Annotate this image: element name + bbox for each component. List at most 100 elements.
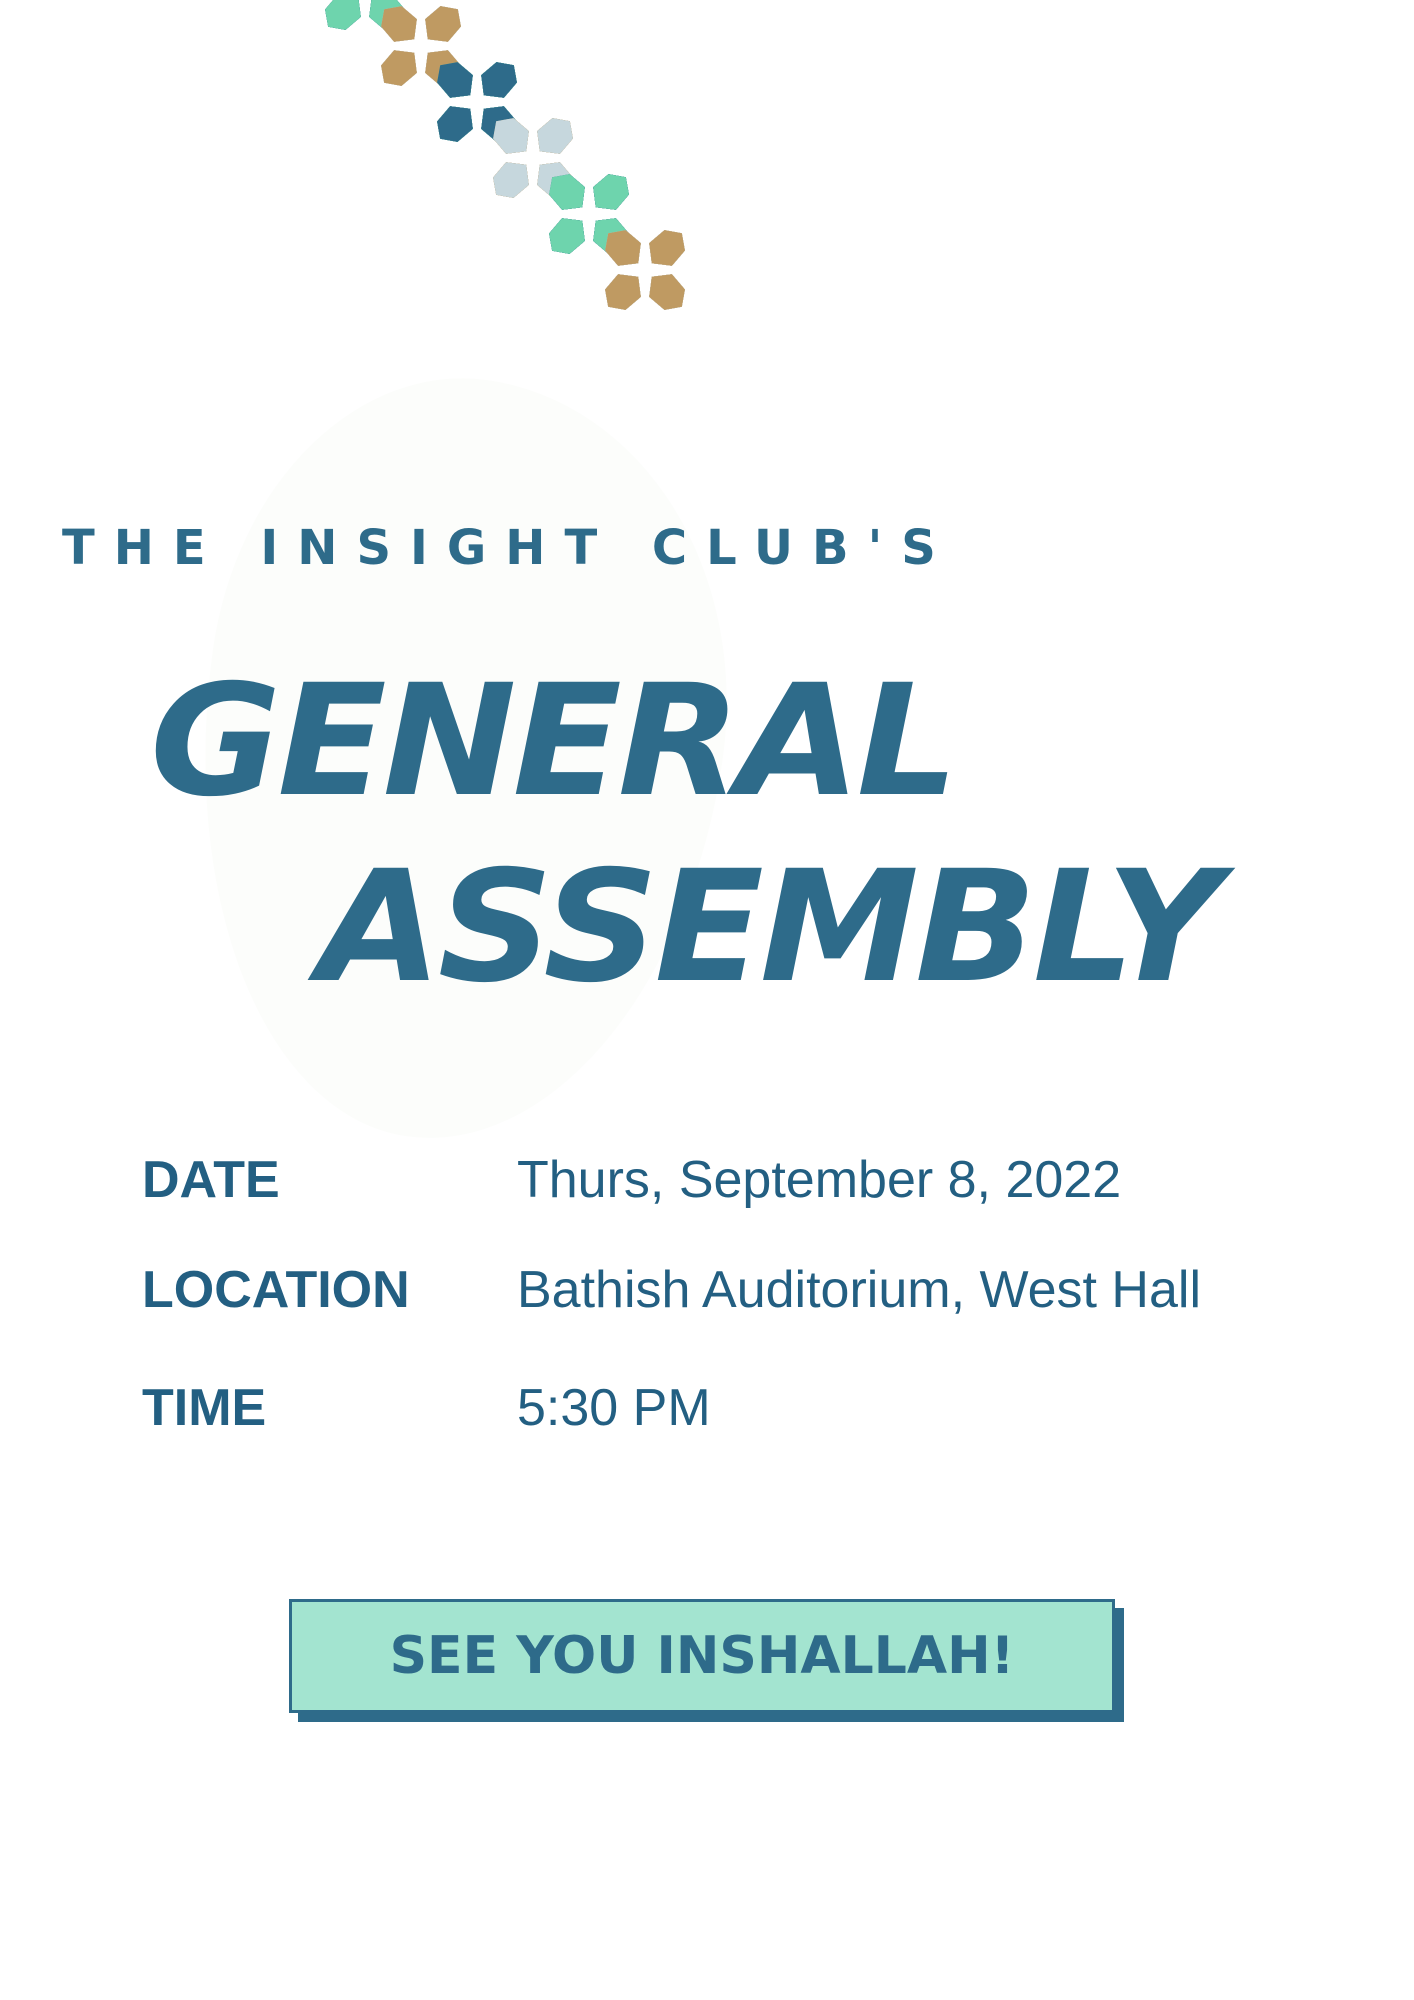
- pattern-petal: [537, 118, 573, 154]
- pattern-petal: [325, 0, 361, 30]
- pattern-tile: [605, 230, 685, 310]
- pattern-petal: [549, 174, 585, 210]
- pattern-tile: [605, 230, 685, 310]
- pattern-petal: [437, 106, 473, 142]
- pattern-petal: [605, 274, 641, 310]
- pattern-petal: [369, 0, 405, 30]
- pattern-tile: [381, 6, 461, 86]
- cta-banner: SEE YOU INSHALLAH!: [289, 1599, 1115, 1713]
- pattern-petal: [649, 274, 685, 310]
- pattern-petal: [369, 0, 405, 30]
- pattern-tile: [549, 174, 629, 254]
- pattern-petal: [493, 162, 529, 198]
- pattern-petal: [437, 62, 473, 98]
- pattern-petal: [481, 62, 517, 98]
- pattern-petal: [549, 174, 585, 210]
- pattern-petal: [649, 230, 685, 266]
- pattern-petal: [325, 0, 361, 30]
- pattern-tile: [549, 174, 629, 254]
- pattern-petal: [481, 62, 517, 98]
- pattern-petal: [593, 218, 629, 254]
- pattern-tile: [549, 174, 629, 254]
- pattern-petal: [437, 106, 473, 142]
- pattern-tile: [493, 118, 573, 198]
- pattern-petal: [437, 106, 473, 142]
- pattern-petal: [549, 174, 585, 210]
- pattern-petal: [549, 218, 585, 254]
- pattern-petal: [481, 106, 517, 142]
- pattern-petal: [537, 118, 573, 154]
- pattern-petal: [649, 274, 685, 310]
- pattern-petal: [481, 62, 517, 98]
- pattern-petal: [481, 62, 517, 98]
- pattern-petal: [649, 230, 685, 266]
- pattern-petal: [437, 106, 473, 142]
- pattern-tile: [549, 174, 629, 254]
- cta-banner-label: SEE YOU INSHALLAH!: [389, 1626, 1015, 1686]
- pattern-petal: [493, 162, 529, 198]
- pattern-tile: [605, 230, 685, 310]
- pattern-tile: [325, 0, 405, 30]
- pattern-petal: [425, 50, 461, 86]
- pattern-petal: [493, 162, 529, 198]
- pattern-petal: [381, 6, 417, 42]
- pattern-petal: [593, 174, 629, 210]
- pattern-petal: [649, 230, 685, 266]
- pattern-tile: [381, 6, 461, 86]
- pattern-tile: [437, 62, 517, 142]
- pattern-petal: [537, 162, 573, 198]
- pattern-petal: [593, 174, 629, 210]
- pattern-tile: [325, 0, 405, 30]
- pattern-petal: [537, 162, 573, 198]
- pattern-petal: [537, 162, 573, 198]
- pattern-petal: [369, 0, 405, 30]
- pattern-petal: [605, 274, 641, 310]
- pattern-tile: [605, 230, 685, 310]
- pattern-petal: [537, 162, 573, 198]
- pattern-petal: [649, 274, 685, 310]
- pattern-petal: [549, 218, 585, 254]
- pattern-tile: [605, 230, 685, 310]
- pattern-petal: [593, 174, 629, 210]
- pattern-tile: [437, 62, 517, 142]
- pattern-tile: [381, 6, 461, 86]
- pattern-petal: [381, 6, 417, 42]
- pattern-tile: [493, 118, 573, 198]
- pattern-petal: [425, 6, 461, 42]
- pattern-petal: [549, 218, 585, 254]
- pattern-petal: [537, 118, 573, 154]
- pattern-petal: [425, 6, 461, 42]
- pattern-petal: [593, 174, 629, 210]
- pattern-petal: [325, 0, 361, 30]
- pattern-petal: [481, 106, 517, 142]
- pattern-petal: [605, 274, 641, 310]
- pattern-petal: [325, 0, 361, 30]
- pattern-petal: [437, 62, 473, 98]
- pattern-petal: [437, 106, 473, 142]
- pattern-petal: [437, 62, 473, 98]
- pattern-petal: [549, 218, 585, 254]
- pattern-tile: [549, 174, 629, 254]
- pattern-tile: [325, 0, 405, 30]
- pattern-petal: [605, 230, 641, 266]
- pattern-petal: [649, 230, 685, 266]
- club-name-subtitle: THE INSIGHT CLUB'S: [62, 520, 955, 576]
- pattern-petal: [605, 274, 641, 310]
- pattern-petal: [593, 218, 629, 254]
- pattern-petal: [437, 62, 473, 98]
- pattern-petal: [649, 274, 685, 310]
- pattern-petal: [369, 0, 405, 30]
- location-value: Bathish Auditorium, West Hall: [517, 1261, 1201, 1319]
- pattern-tile: [381, 6, 461, 86]
- pattern-petal: [493, 118, 529, 154]
- pattern-petal: [425, 50, 461, 86]
- pattern-petal: [605, 230, 641, 266]
- pattern-petal: [425, 6, 461, 42]
- pattern-petal: [605, 230, 641, 266]
- pattern-petal: [593, 218, 629, 254]
- pattern-petal: [493, 118, 529, 154]
- pattern-petal: [537, 162, 573, 198]
- pattern-petal: [593, 174, 629, 210]
- pattern-petal: [481, 106, 517, 142]
- pattern-petal: [493, 162, 529, 198]
